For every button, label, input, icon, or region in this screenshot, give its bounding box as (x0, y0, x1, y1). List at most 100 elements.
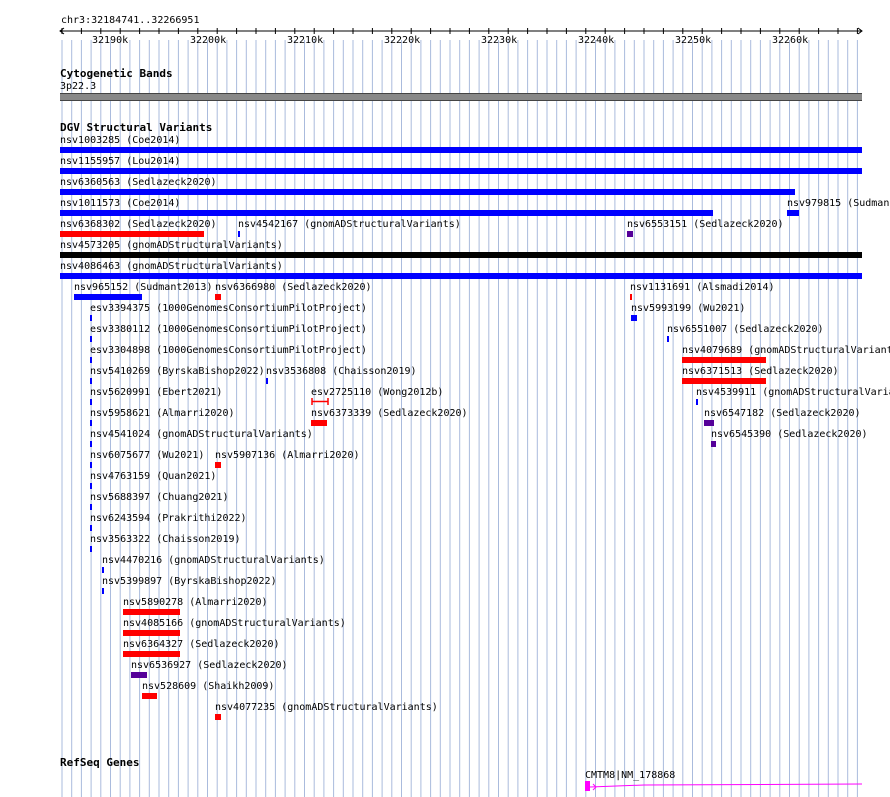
variant-label: esv2725110 (Wong2012b) (311, 387, 444, 398)
variant-label: nsv5958621 (Almarri2020) (90, 408, 235, 419)
variant-label: nsv6553151 (Sedlazeck2020) (627, 219, 784, 230)
variant-glyph-gain[interactable] (90, 336, 92, 342)
variant-glyph-inversion[interactable] (60, 252, 862, 258)
variant-glyph-gain[interactable] (90, 441, 92, 447)
refseq-track-title: RefSeq Genes (60, 756, 140, 769)
variant-glyph-complex[interactable] (131, 672, 147, 678)
variant-glyph-gain[interactable] (60, 147, 862, 153)
variant-label: nsv965152 (Sudmant2013) (74, 282, 213, 293)
variant-label: esv3394375 (1000GenomesConsortiumPilotPr… (90, 303, 367, 314)
variant-glyph-gain[interactable] (266, 378, 268, 384)
dgv-track-title: DGV Structural Variants (60, 121, 213, 134)
variant-glyph-gain[interactable] (90, 399, 92, 405)
variant-glyph-gain[interactable] (90, 525, 92, 531)
variant-label: nsv6545390 (Sedlazeck2020) (711, 429, 868, 440)
variant-glyph-gain[interactable] (90, 378, 92, 384)
variant-label: nsv4573205 (gnomADStructuralVariants) (60, 240, 283, 251)
variant-glyph-loss[interactable] (60, 231, 204, 237)
variant-label: esv3380112 (1000GenomesConsortiumPilotPr… (90, 324, 367, 335)
variant-label: nsv1155957 (Lou2014) (60, 156, 181, 167)
variant-label: nsv4079689 (gnomADStructuralVariant (682, 345, 890, 356)
variant-label: nsv6364327 (Sedlazeck2020) (123, 639, 280, 650)
ruler-axis (59, 27, 863, 35)
variant-glyph-loss[interactable] (123, 651, 180, 657)
ruler-tick-label: 32260k (772, 35, 809, 46)
variant-label: nsv979815 (Sudmant (787, 198, 890, 209)
variant-glyph-gain[interactable] (90, 357, 92, 363)
variant-label: nsv5890278 (Almarri2020) (123, 597, 268, 608)
variant-glyph-gain[interactable] (90, 420, 92, 426)
variant-label: nsv3563322 (Chaisson2019) (90, 534, 241, 545)
variant-glyph-complex[interactable] (704, 420, 714, 426)
variant-label: nsv1011573 (Coe2014) (60, 198, 181, 209)
variant-label: nsv6243594 (Prakrithi2022) (90, 513, 247, 524)
genome-browser-view: chr3:32184741..32266951 32190k 32200k 32… (0, 0, 890, 797)
variant-glyph-gain[interactable] (60, 210, 713, 216)
ruler-tick-label: 32230k (481, 35, 518, 46)
variant-glyph-gain[interactable] (60, 189, 795, 195)
ruler-tick-label: 32200k (190, 35, 227, 46)
variant-glyph-gain[interactable] (90, 504, 92, 510)
variant-label: nsv6536927 (Sedlazeck2020) (131, 660, 288, 671)
variant-label: nsv5410269 (ByrskaBishop2022) (90, 366, 265, 377)
variant-label: nsv6368302 (Sedlazeck2020) (60, 219, 217, 230)
variant-glyph-loss[interactable] (682, 378, 766, 384)
ruler-tick-label: 32220k (384, 35, 421, 46)
variant-label: nsv4542167 (gnomADStructuralVariants) (238, 219, 461, 230)
variant-glyph-loss[interactable] (630, 294, 632, 300)
variant-glyph-complex[interactable] (627, 231, 633, 237)
variant-label: nsv5620991 (Ebert2021) (90, 387, 223, 398)
variant-glyph-insertion[interactable] (311, 397, 329, 406)
variant-glyph-gain[interactable] (696, 399, 698, 405)
variant-glyph-gain[interactable] (90, 483, 92, 489)
variant-label: nsv1003285 (Coe2014) (60, 135, 181, 146)
variant-glyph-loss[interactable] (142, 693, 157, 699)
variant-label: nsv4077235 (gnomADStructuralVariants) (215, 702, 438, 713)
variant-glyph-gain[interactable] (74, 294, 142, 300)
variant-label: nsv6366980 (Sedlazeck2020) (215, 282, 372, 293)
variant-glyph-loss[interactable] (123, 609, 180, 615)
cytoband-name: 3p22.3 (60, 81, 97, 92)
ruler-tick-label: 32240k (578, 35, 615, 46)
variant-glyph-gain[interactable] (631, 315, 637, 321)
variant-label: nsv6551007 (Sedlazeck2020) (667, 324, 824, 335)
variant-label: esv3304898 (1000GenomesConsortiumPilotPr… (90, 345, 367, 356)
variant-glyph-gain[interactable] (90, 315, 92, 321)
variant-label: nsv4086463 (gnomADStructuralVariants) (60, 261, 283, 272)
variant-label: nsv6075677 (Wu2021) (90, 450, 205, 461)
variant-label: nsv1131691 (Alsmadi2014) (630, 282, 775, 293)
variant-glyph-gain[interactable] (787, 210, 799, 216)
variant-glyph-loss[interactable] (215, 714, 221, 720)
variant-label: nsv6360563 (Sedlazeck2020) (60, 177, 217, 188)
variant-label: nsv5907136 (Almarri2020) (215, 450, 360, 461)
variant-label: nsv5993199 (Wu2021) (631, 303, 746, 314)
variant-glyph-gain[interactable] (102, 588, 104, 594)
variant-glyph-gain[interactable] (60, 168, 862, 174)
variant-glyph-loss[interactable] (215, 294, 221, 300)
variant-glyph-gain[interactable] (102, 567, 104, 573)
variant-label: nsv4470216 (gnomADStructuralVariants) (102, 555, 325, 566)
variant-label: nsv5399897 (ByrskaBishop2022) (102, 576, 277, 587)
variant-glyph-loss[interactable] (215, 462, 221, 468)
variant-glyph-loss[interactable] (311, 420, 327, 426)
variant-label: nsv4085166 (gnomADStructuralVariants) (123, 618, 346, 629)
ruler-tick-label: 32210k (287, 35, 324, 46)
cytoband-bar[interactable] (60, 93, 862, 101)
variant-glyph-gain[interactable] (238, 231, 240, 237)
variant-glyph-gain[interactable] (667, 336, 669, 342)
ruler-tick-label: 32250k (675, 35, 712, 46)
variant-glyph-gain[interactable] (90, 546, 92, 552)
variant-label: nsv528609 (Shaikh2009) (142, 681, 275, 692)
variant-label: nsv4763159 (Quan2021) (90, 471, 217, 482)
cytoband-track-title: Cytogenetic Bands (60, 67, 173, 80)
variant-glyph-complex[interactable] (711, 441, 716, 447)
variant-glyph-gain[interactable] (60, 273, 862, 279)
variant-glyph-gain[interactable] (90, 462, 92, 468)
ruler-tick-label: 32190k (92, 35, 129, 46)
variant-label: nsv3536808 (Chaisson2019) (266, 366, 417, 377)
gene-glyph[interactable] (584, 780, 862, 792)
variant-label: nsv6547182 (Sedlazeck2020) (704, 408, 861, 419)
variant-label: nsv6373339 (Sedlazeck2020) (311, 408, 468, 419)
variant-glyph-loss[interactable] (123, 630, 180, 636)
variant-glyph-loss[interactable] (682, 357, 766, 363)
